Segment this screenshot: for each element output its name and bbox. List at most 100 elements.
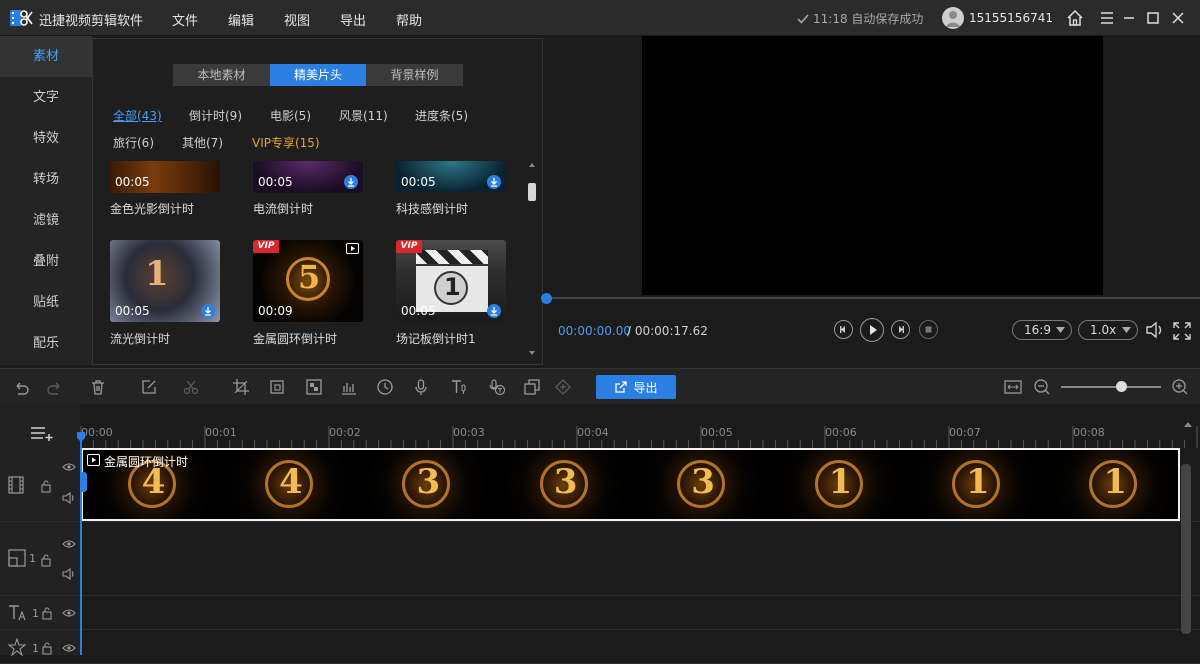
lock-icon[interactable] [40, 553, 52, 567]
audio-wave-icon[interactable] [340, 378, 358, 396]
playback-progress-bar[interactable] [546, 297, 1200, 299]
ruler-label: 00:05 [701, 426, 733, 439]
filter-vip[interactable]: VIP专享(15) [252, 134, 320, 151]
lock-icon[interactable] [40, 479, 52, 493]
material-scrollbar[interactable] [527, 159, 537, 359]
redo-icon[interactable] [46, 378, 64, 396]
fit-timeline-icon[interactable] [1004, 378, 1022, 396]
voice-to-text-icon[interactable] [488, 378, 506, 396]
thumbnail-tech-countdown[interactable]: 00:05 [396, 161, 506, 193]
volume-icon[interactable] [1144, 320, 1166, 340]
next-frame-button[interactable] [891, 320, 910, 339]
filter-all[interactable]: 全部(43) [113, 107, 162, 124]
filter-travel[interactable]: 旅行(6) [113, 134, 154, 151]
microphone-icon[interactable] [412, 378, 430, 396]
scroll-up-icon[interactable] [1183, 420, 1193, 428]
category-filters[interactable]: 滤镜 [0, 200, 92, 241]
zoom-slider-track[interactable] [1061, 386, 1161, 388]
eye-icon[interactable] [62, 462, 76, 472]
export-button[interactable]: 导出 [596, 375, 676, 399]
clip-frame-number: 1 [965, 462, 990, 502]
speed-select[interactable]: 1.0x [1078, 320, 1138, 340]
close-icon[interactable] [1169, 9, 1187, 27]
avatar[interactable] [942, 7, 964, 29]
undo-icon[interactable] [12, 378, 30, 396]
filter-other[interactable]: 其他(7) [182, 134, 223, 151]
menu-view[interactable]: 视图 [284, 10, 310, 29]
mosaic-icon[interactable] [305, 378, 323, 396]
minimize-icon[interactable] [1120, 9, 1138, 27]
menu-icon[interactable] [1098, 9, 1116, 27]
eye-icon[interactable] [62, 608, 76, 618]
filter-progress-bar[interactable]: 进度条(5) [415, 107, 468, 124]
text-to-speech-icon[interactable] [450, 378, 468, 396]
maximize-icon[interactable] [1144, 9, 1162, 27]
clip-frame-number: 1 [828, 462, 853, 502]
thumbnail-label: 流光倒计时 [110, 332, 171, 346]
category-material[interactable]: 素材 [0, 36, 92, 77]
tab-local-material[interactable]: 本地素材 [173, 64, 270, 86]
thumbnail-electric-countdown[interactable]: 00:05 [253, 161, 363, 193]
thumbnail-metal-ring-countdown[interactable]: 5 VIP 00:09 [253, 240, 363, 322]
playhead[interactable] [80, 434, 82, 655]
delete-icon[interactable] [89, 378, 107, 396]
category-effects[interactable]: 特效 [0, 118, 92, 159]
download-icon[interactable] [201, 304, 215, 318]
zoom-slider-handle[interactable] [1116, 381, 1127, 392]
crop-icon[interactable] [232, 378, 250, 396]
thumbnail-gold-light-countdown[interactable]: 00:05 [110, 161, 220, 193]
play-button[interactable] [860, 318, 884, 342]
playback-progress-handle[interactable] [541, 293, 552, 304]
aspect-ratio-select[interactable]: 16:9 [1012, 320, 1072, 340]
edit-toolbar: 导出 [0, 368, 1200, 404]
edit-icon[interactable] [140, 378, 158, 396]
time-ruler[interactable]: 00:00 00:01 00:02 00:03 00:04 00:05 00:06 00:07… [80, 418, 1200, 448]
menu-edit[interactable]: 编辑 [228, 10, 254, 29]
filter-scenery[interactable]: 风景(11) [339, 107, 388, 124]
category-overlay[interactable]: 叠附 [0, 241, 92, 282]
resize-icon[interactable] [268, 378, 286, 396]
category-transitions[interactable]: 转场 [0, 159, 92, 200]
timeline-clip[interactable]: 44333111 金属圆环倒计时 [81, 448, 1180, 521]
speaker-icon[interactable] [62, 492, 76, 504]
filter-countdown[interactable]: 倒计时(9) [189, 107, 242, 124]
lock-icon[interactable] [41, 641, 53, 655]
thumbnail-duration: 00:09 [258, 304, 293, 318]
thumbnail-clapper-countdown[interactable]: 1 VIP 00:05 [396, 240, 506, 322]
track-number: 1 [32, 607, 39, 620]
keyframe-icon[interactable] [554, 378, 572, 396]
previous-frame-button[interactable] [834, 320, 853, 339]
eye-icon[interactable] [62, 539, 76, 549]
eye-icon[interactable] [62, 643, 76, 653]
fullscreen-icon[interactable] [1172, 321, 1192, 341]
zoom-in-icon[interactable] [1171, 378, 1189, 396]
clock-icon[interactable] [376, 378, 394, 396]
thumbnail-flowing-light-countdown[interactable]: 1 00:05 [110, 240, 220, 322]
category-text[interactable]: 文字 [0, 77, 92, 118]
menu-file[interactable]: 文件 [172, 10, 198, 29]
speaker-icon[interactable] [62, 568, 76, 580]
home-icon[interactable] [1066, 9, 1084, 27]
filter-movie[interactable]: 电影(5) [270, 107, 311, 124]
clip-frame-number: 4 [279, 462, 303, 502]
timeline-scrollbar[interactable] [1181, 464, 1191, 634]
tab-background-samples[interactable]: 背景样例 [366, 64, 463, 86]
user-name[interactable]: 15155156741 [969, 11, 1053, 25]
category-music[interactable]: 配乐 [0, 323, 92, 364]
add-track-icon[interactable] [30, 424, 54, 442]
download-icon[interactable] [344, 175, 358, 189]
tab-fine-intros[interactable]: 精美片头 [270, 64, 366, 86]
thumbnail-label: 场记板倒计时1 [396, 332, 476, 346]
menu-help[interactable]: 帮助 [396, 10, 422, 29]
download-icon[interactable] [487, 175, 501, 189]
copy-icon[interactable] [523, 378, 541, 396]
menu-export[interactable]: 导出 [340, 10, 366, 29]
zoom-out-icon[interactable] [1033, 378, 1051, 396]
download-icon[interactable] [487, 304, 501, 318]
preview-panel: 00:00:00.00 / 00:00:17.62 16:9 1.0x [541, 36, 1200, 366]
lock-icon[interactable] [41, 606, 53, 620]
clip-frame: 3 [495, 450, 633, 519]
split-icon[interactable] [182, 378, 200, 396]
category-stickers[interactable]: 贴纸 [0, 282, 92, 323]
stop-button[interactable] [919, 320, 938, 339]
